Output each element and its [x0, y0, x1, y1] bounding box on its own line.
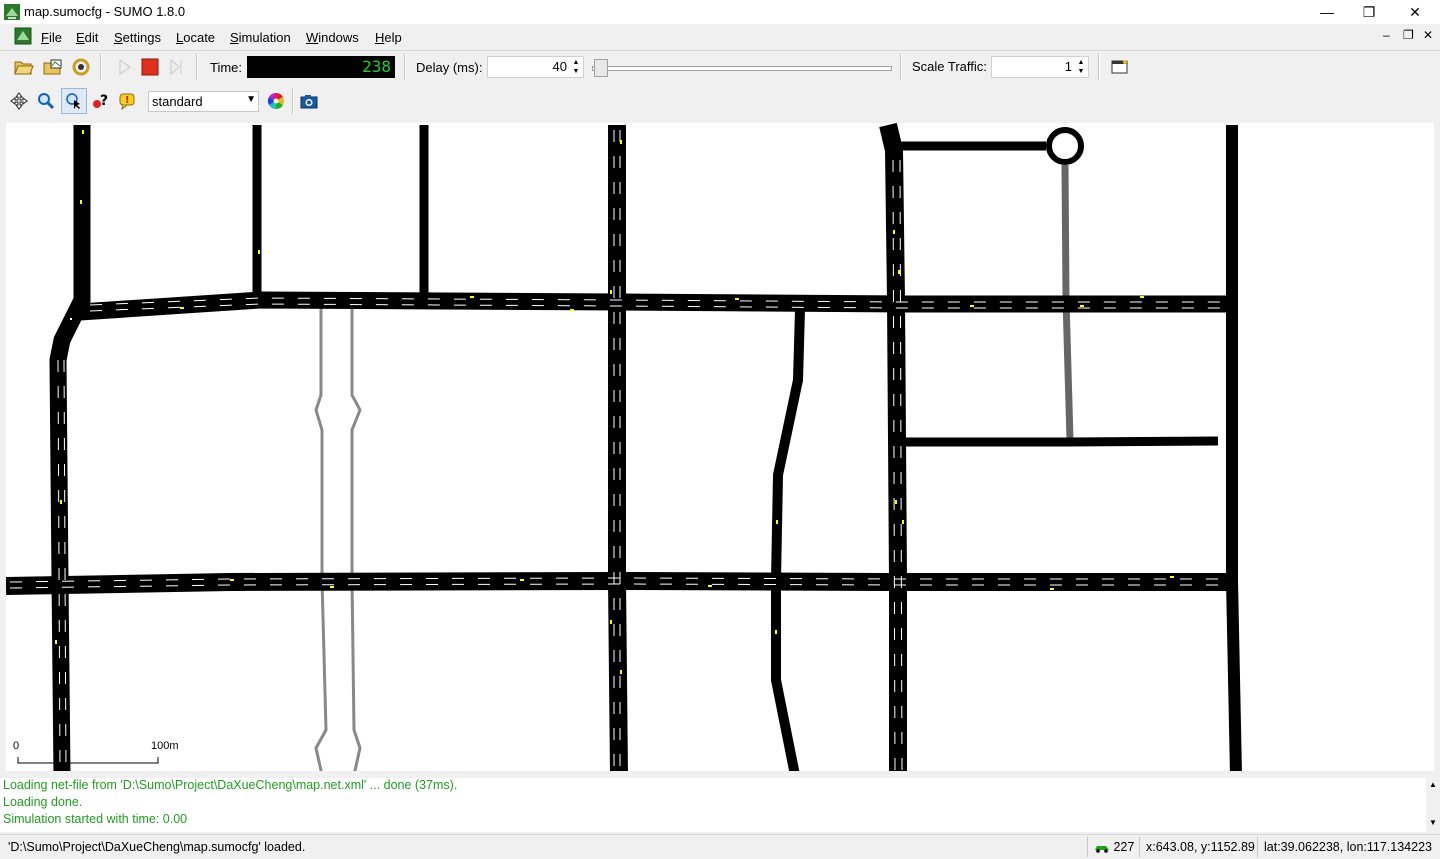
log-line: Loading done.	[3, 795, 83, 809]
scroll-down-icon[interactable]: ▼	[1429, 818, 1437, 827]
new-view-button[interactable]	[1108, 55, 1132, 79]
stop-button[interactable]	[138, 55, 162, 79]
toolbar-separator	[292, 88, 294, 114]
title-bar: map.sumocfg - SUMO 1.8.0 — ❐ ✕	[0, 0, 1440, 24]
log-scrollbar[interactable]: ▲ ▼	[1426, 778, 1440, 832]
delay-slider[interactable]	[592, 59, 892, 77]
scale-traffic-spinner[interactable]: 1 ▲ ▼	[991, 56, 1089, 78]
show-tooltips-button[interactable]: ?	[88, 89, 112, 113]
color-scheme-value: standard	[152, 94, 203, 109]
window-title: map.sumocfg - SUMO 1.8.0	[24, 4, 186, 19]
vehicle-count: 227	[1113, 840, 1135, 854]
roundabout	[1046, 127, 1084, 165]
minimize-button[interactable]: —	[1304, 0, 1350, 24]
recenter-icon	[10, 92, 28, 110]
open-network-button[interactable]	[41, 55, 65, 79]
time-label: Time:	[210, 60, 243, 75]
log-line: Simulation started with time: 0.00	[3, 812, 188, 826]
delay-label: Delay (ms):	[416, 60, 483, 75]
screenshot-button[interactable]	[297, 89, 321, 113]
log-line: Loading net-file from 'D:\Sumo\Project\D…	[3, 778, 458, 792]
delay-value: 40	[552, 59, 567, 74]
view-toolbar: ? ! standard ▼	[0, 84, 1440, 118]
reload-icon	[72, 58, 90, 76]
delay-spinner[interactable]: 40 ▲ ▼	[487, 56, 584, 78]
simulation-toolbar: Time: 238 Delay (ms): 40 ▲ ▼ Scale Traffi…	[0, 50, 1440, 83]
toolbar-separator	[100, 54, 102, 80]
camera-icon	[300, 95, 318, 109]
close-button[interactable]: ✕	[1392, 0, 1438, 24]
scale-bar-zero: 0	[13, 740, 20, 752]
network-canvas[interactable]: 0 100m	[6, 123, 1434, 771]
vehicle-count-cell: 227	[1087, 837, 1139, 857]
scale-bar	[17, 757, 159, 764]
menu-settings[interactable]: Settings	[114, 30, 161, 45]
scale-bar-label: 100m	[151, 740, 179, 752]
scale-traffic-value: 1	[1064, 59, 1072, 74]
recenter-view-button[interactable]	[7, 89, 31, 113]
new-view-icon	[1111, 60, 1128, 74]
scroll-up-icon[interactable]: ▲	[1429, 780, 1437, 789]
road-network-map[interactable]	[6, 123, 1434, 771]
help-tooltip-icon: ?	[93, 93, 108, 109]
delay-spinner-arrows[interactable]: ▲ ▼	[571, 58, 581, 76]
stop-icon	[141, 58, 159, 76]
toolbar-separator	[196, 54, 198, 80]
pedestrian-paths	[314, 164, 1074, 771]
scale-spinner-arrows[interactable]: ▲ ▼	[1076, 58, 1086, 76]
maximize-button[interactable]: ❐	[1346, 0, 1392, 24]
car-icon	[1095, 845, 1109, 853]
open-folder-icon	[14, 61, 34, 75]
magnifier-icon	[38, 93, 55, 110]
mdi-close-button[interactable]: ✕	[1423, 28, 1433, 42]
mdi-restore-button[interactable]: ❐	[1403, 28, 1414, 42]
open-network-icon	[43, 59, 62, 75]
locate-junction-button[interactable]	[61, 88, 87, 114]
cursor-latlon: lat:39.062238, lon:117.134223	[1257, 837, 1440, 857]
scale-traffic-label: Scale Traffic:	[912, 59, 987, 74]
menu-locate[interactable]: Locate	[176, 30, 215, 45]
status-message: 'D:\Sumo\Project\DaXueCheng\map.sumocfg'…	[8, 840, 306, 854]
menu-help[interactable]: Help	[375, 30, 402, 45]
block-corners	[70, 318, 72, 320]
warning-bubble-icon: !	[119, 93, 135, 110]
delay-slider-track	[592, 66, 892, 71]
locate-cursor-icon	[66, 93, 80, 109]
svg-text:?: ?	[100, 93, 108, 109]
reload-button[interactable]	[69, 55, 93, 79]
delay-slider-thumb[interactable]	[594, 59, 608, 77]
open-simulation-button[interactable]	[12, 55, 36, 79]
step-button[interactable]	[164, 55, 188, 79]
status-bar: 'D:\Sumo\Project\DaXueCheng\map.sumocfg'…	[0, 834, 1440, 859]
sumo-app-icon	[4, 4, 20, 20]
run-button[interactable]	[112, 55, 136, 79]
menu-simulation[interactable]: Simulation	[230, 30, 291, 45]
play-icon	[119, 59, 131, 75]
menu-bar: File Edit Settings Locate Simulation Win…	[0, 24, 1440, 50]
menu-windows[interactable]: Windows	[306, 30, 359, 45]
toolbar-separator	[404, 54, 406, 80]
svg-text:!: !	[125, 95, 130, 106]
time-display: 238	[247, 56, 395, 78]
menu-file[interactable]: File	[41, 30, 62, 45]
roads	[6, 123, 1242, 771]
toolbar-separator	[900, 54, 902, 80]
mdi-minimize-button[interactable]: –	[1383, 28, 1390, 42]
toolbar-separator	[1098, 54, 1100, 80]
zoom-button[interactable]	[34, 89, 58, 113]
color-scheme-select[interactable]: standard ▼	[148, 91, 259, 112]
menu-edit[interactable]: Edit	[76, 30, 98, 45]
editor-button[interactable]: !	[115, 89, 139, 113]
message-log: Loading net-file from 'D:\Sumo\Project\D…	[0, 778, 1426, 832]
cursor-xy: x:643.08, y:1152.89	[1139, 837, 1257, 857]
step-icon	[170, 58, 182, 76]
document-icon	[14, 27, 32, 45]
color-wheel-icon	[267, 92, 285, 110]
edit-coloring-button[interactable]	[264, 89, 288, 113]
chevron-down-icon: ▼	[246, 94, 256, 105]
